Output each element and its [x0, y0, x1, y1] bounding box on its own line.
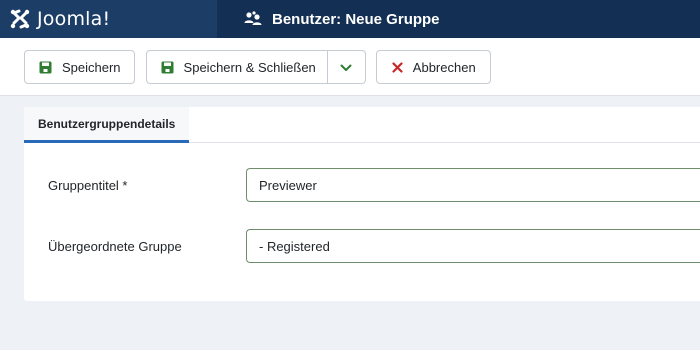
group-title-label: Gruppentitel * — [48, 177, 128, 193]
group-title-row: Gruppentitel * — [24, 168, 700, 202]
brand-name: Joomla! — [37, 8, 111, 30]
chevron-down-icon — [340, 60, 352, 75]
group-details-card: Benutzergruppendetails Gruppentitel * Üb… — [24, 107, 700, 301]
toolbar: Speichern Speichern & Schließen Abbreche… — [0, 38, 700, 96]
save-options-dropdown-button[interactable] — [327, 50, 366, 84]
top-header: Joomla! Benutzer: Neue Gruppe — [0, 0, 700, 38]
parent-group-value: - Registered — [259, 238, 330, 254]
save-close-button-label: Speichern & Schließen — [183, 59, 316, 75]
save-button[interactable]: Speichern — [24, 50, 135, 84]
parent-group-label: Übergeordnete Gruppe — [48, 238, 182, 254]
joomla-logo-icon — [9, 8, 31, 30]
users-icon — [243, 11, 263, 27]
save-icon — [39, 61, 52, 74]
save-icon — [161, 61, 174, 74]
page-title: Benutzer: Neue Gruppe — [272, 10, 440, 28]
save-close-group: Speichern & Schließen — [145, 50, 366, 84]
tab-benutzergruppendetails[interactable]: Benutzergruppendetails — [24, 107, 190, 143]
cancel-button[interactable]: Abbrechen — [375, 50, 491, 84]
joomla-logo[interactable]: Joomla! — [0, 0, 217, 38]
parent-group-select[interactable]: - Registered — [246, 229, 700, 263]
group-title-input[interactable] — [246, 168, 700, 202]
save-close-button[interactable]: Speichern & Schließen — [145, 50, 328, 84]
save-button-label: Speichern — [62, 59, 121, 75]
tab-bar: Benutzergruppendetails — [24, 107, 700, 143]
parent-group-row: Übergeordnete Gruppe - Registered — [24, 229, 700, 263]
close-icon — [392, 61, 403, 73]
page-title-container: Benutzer: Neue Gruppe — [243, 11, 440, 28]
cancel-button-label: Abbrechen — [412, 59, 476, 75]
